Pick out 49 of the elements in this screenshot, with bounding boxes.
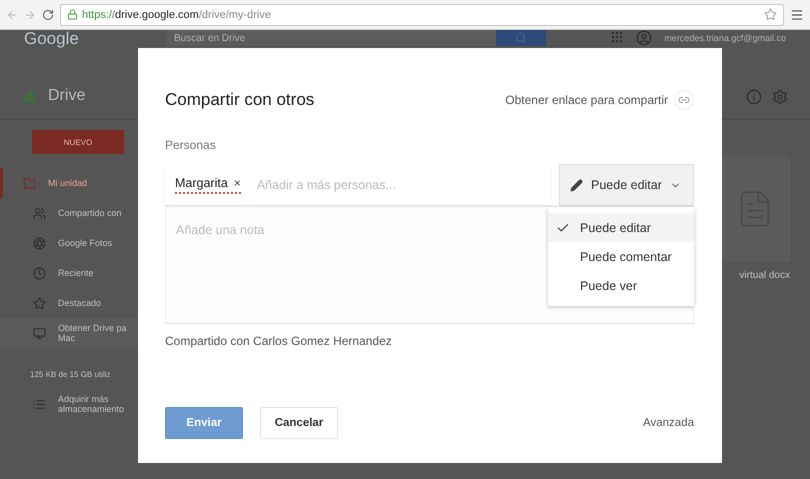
url-text: https://drive.google.com/drive/my-drive xyxy=(82,8,271,20)
account-email: mercedes.triana.gcf@gmail.co xyxy=(664,32,786,45)
people-label: Personas xyxy=(165,138,217,152)
info-icon[interactable] xyxy=(746,89,762,105)
bookmark-star-icon[interactable] xyxy=(764,8,777,21)
shared-with-text: Compartido con Carlos Gomez Hernandez xyxy=(165,334,393,348)
back-icon[interactable] xyxy=(6,8,18,20)
file-name: virtual docx xyxy=(739,270,790,281)
sidebar-item[interactable]: Obtener Drive pa Mac xyxy=(0,318,138,348)
menu-icon[interactable] xyxy=(790,8,804,22)
logo: Google xyxy=(24,30,80,48)
add-people-input[interactable]: Añadir a más personas... xyxy=(254,176,551,192)
storage-text: 125 KB de 15 GB utiliz xyxy=(29,369,112,381)
dialog-title: Compartir con otros xyxy=(165,90,314,110)
sidebar-item[interactable]: Google Fotos xyxy=(0,228,138,258)
clock-icon xyxy=(33,266,46,280)
sidebar-item[interactable]: Compartido con xyxy=(0,198,138,228)
avatar-icon[interactable] xyxy=(636,30,652,46)
get-link-button[interactable]: Obtener enlace para compartir xyxy=(505,90,694,110)
remove-button[interactable]: × xyxy=(234,176,241,190)
menu-item[interactable]: Puede ver xyxy=(548,271,694,300)
reload-icon[interactable] xyxy=(42,8,54,20)
lock-icon xyxy=(67,9,78,20)
new-button[interactable]: NUEVO xyxy=(32,130,124,154)
link-icon xyxy=(678,94,690,106)
sidebar-item[interactable]: Destacado xyxy=(0,288,138,318)
app-title: Drive xyxy=(48,87,86,105)
star-icon xyxy=(33,296,46,310)
pencil-icon xyxy=(570,178,583,192)
search-icon xyxy=(515,32,527,44)
upgrade-storage-link[interactable]: Adquirir más almacenamiento xyxy=(0,389,138,419)
cancel-button[interactable]: Cancelar xyxy=(260,407,338,439)
recipient-chip: Margarita × xyxy=(175,176,241,194)
apps-grid-icon[interactable] xyxy=(610,30,624,44)
address-bar[interactable]: https://drive.google.com/drive/my-drive xyxy=(60,4,784,26)
sidebar-item[interactable]: Reciente xyxy=(0,258,138,288)
permission-dropdown[interactable]: Puede editar xyxy=(559,164,694,206)
search-button[interactable] xyxy=(496,30,546,46)
advanced-link[interactable]: Avanzada xyxy=(643,417,694,429)
pinwheel-icon xyxy=(33,236,46,250)
people-field[interactable]: Margarita × Añadir a más personas... xyxy=(165,164,551,206)
monitor-icon xyxy=(33,326,46,340)
people-icon xyxy=(33,206,46,220)
settings-icon[interactable] xyxy=(772,89,788,105)
folder-icon xyxy=(23,176,36,190)
menu-item[interactable]: Puede editar xyxy=(548,213,694,242)
forward-icon[interactable] xyxy=(24,8,36,20)
drive-logo-icon xyxy=(22,88,38,104)
menu-item[interactable]: Puede comentar xyxy=(548,242,694,271)
